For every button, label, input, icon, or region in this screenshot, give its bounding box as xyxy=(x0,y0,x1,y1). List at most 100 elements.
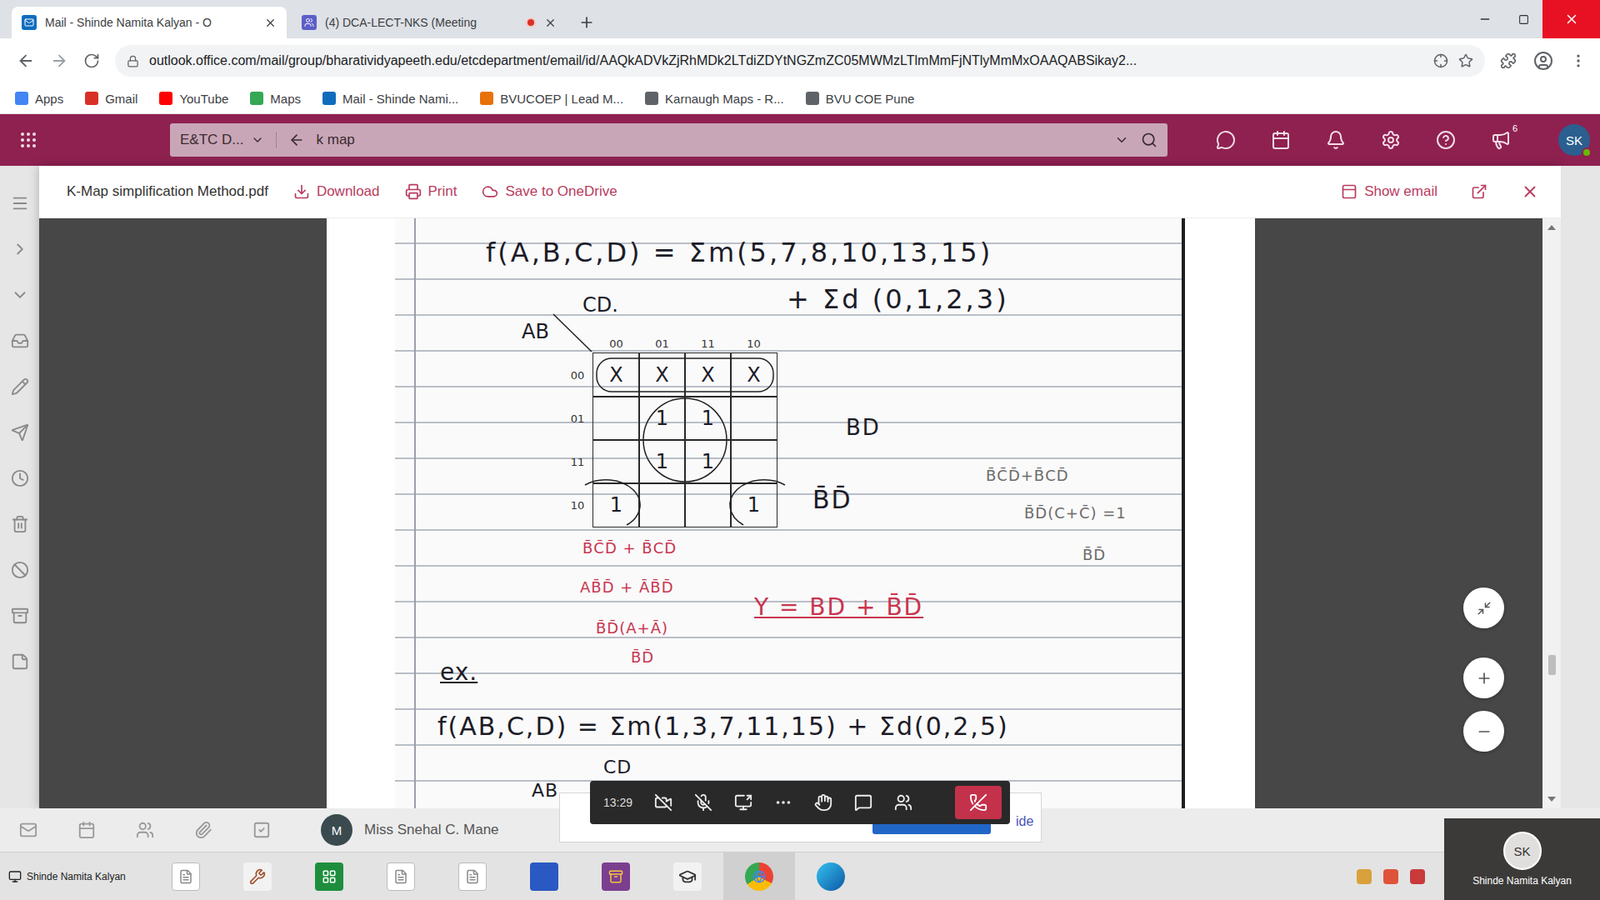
close-icon[interactable] xyxy=(264,16,277,30)
viewer-action[interactable]: Save to OneDrive xyxy=(481,183,617,200)
back-icon[interactable] xyxy=(288,131,305,149)
app-launcher-icon[interactable] xyxy=(18,130,39,150)
taskbar-window[interactable]: Shinde Namita Kalyan xyxy=(8,870,150,884)
clock-icon[interactable] xyxy=(10,469,30,488)
viewer-action[interactable]: Print xyxy=(405,183,458,200)
star-icon[interactable] xyxy=(1458,53,1474,69)
taskbar-app[interactable] xyxy=(436,852,509,900)
minimize-button[interactable] xyxy=(1465,0,1505,39)
zoom-out-button[interactable] xyxy=(1463,710,1505,752)
close-icon[interactable] xyxy=(544,16,557,30)
scrollbar[interactable] xyxy=(1542,218,1561,809)
search-icon[interactable] xyxy=(1140,131,1158,149)
chat-icon[interactable] xyxy=(854,793,873,812)
calendar-icon[interactable] xyxy=(1270,130,1291,150)
trash-icon[interactable] xyxy=(10,515,30,534)
menu-icon[interactable] xyxy=(10,194,30,213)
screen: Mail - Shinde Namita Kalyan - O(4) DCA-L… xyxy=(0,0,1600,900)
browser-tab[interactable]: Mail - Shinde Namita Kalyan - O xyxy=(11,6,287,39)
wrench-icon xyxy=(249,868,266,885)
tray-icon[interactable] xyxy=(1410,869,1425,885)
help-icon[interactable] xyxy=(1435,130,1456,150)
mail-icon[interactable] xyxy=(19,820,38,840)
user-avatar[interactable]: SK xyxy=(1558,124,1590,156)
taskbar-app[interactable] xyxy=(365,852,437,900)
pop-out-icon[interactable] xyxy=(1470,183,1488,200)
people-icon[interactable] xyxy=(135,820,155,840)
participants-icon[interactable] xyxy=(894,793,913,812)
address-bar[interactable]: outlook.office.com/mail/group/bharativid… xyxy=(115,45,1485,77)
search-box[interactable]: E&TC D...k map xyxy=(170,123,1168,157)
taskbar-app[interactable] xyxy=(580,852,652,900)
kmap-cell xyxy=(730,439,778,485)
bookmark[interactable]: Karnaugh Maps - R... xyxy=(645,91,785,106)
kmap-cell: 1 xyxy=(730,482,778,528)
close-icon[interactable] xyxy=(1520,182,1540,201)
cloud-icon xyxy=(481,183,499,200)
chevron-down-icon[interactable] xyxy=(10,285,30,305)
new-tab-button[interactable] xyxy=(571,6,602,39)
bookmark[interactable]: Apps xyxy=(15,91,64,106)
chevron-right-icon[interactable] xyxy=(10,240,30,259)
attachment-icon[interactable] xyxy=(194,820,213,840)
show-email-button[interactable]: Show email xyxy=(1340,183,1438,200)
taskbar-app[interactable] xyxy=(723,852,795,900)
taskbar-app[interactable] xyxy=(508,852,580,900)
calendar-icon[interactable] xyxy=(77,820,96,840)
whats-new[interactable]: 6 xyxy=(1490,130,1511,150)
close-icon xyxy=(1564,11,1580,27)
bookmark[interactable]: BVUCOEP | Lead M... xyxy=(480,91,624,106)
restore-button[interactable] xyxy=(1504,0,1543,39)
hang-up-button[interactable] xyxy=(955,785,1002,820)
bookmark[interactable]: Gmail xyxy=(85,91,138,106)
bell-icon[interactable] xyxy=(1325,130,1346,150)
note-icon[interactable] xyxy=(10,652,30,671)
taskbar-app[interactable] xyxy=(221,852,294,900)
viewer-action[interactable]: Download xyxy=(293,183,380,200)
browser-tab[interactable]: (4) DCA-LECT-NKS (Meeting xyxy=(291,6,567,39)
taskbar-app[interactable] xyxy=(150,852,222,900)
scroll-up-icon[interactable] xyxy=(1547,225,1556,230)
raise-hand-icon[interactable] xyxy=(814,793,833,812)
folder-selector[interactable]: E&TC D... xyxy=(180,131,277,149)
zoom-in-button[interactable] xyxy=(1463,657,1505,699)
drafts-icon[interactable] xyxy=(10,377,30,396)
scroll-thumb[interactable] xyxy=(1548,655,1556,675)
bookmark[interactable]: YouTube xyxy=(159,91,229,106)
extensions-icon[interactable] xyxy=(1500,52,1517,70)
taskbar-app[interactable] xyxy=(795,852,867,900)
bookmark[interactable]: Maps xyxy=(250,91,301,106)
bookmark[interactable]: Mail - Shinde Nami... xyxy=(322,91,459,106)
reload-icon[interactable] xyxy=(83,52,100,70)
menu-icon[interactable] xyxy=(1570,52,1587,70)
taskbar-app[interactable] xyxy=(651,852,724,900)
inbox-icon[interactable] xyxy=(10,331,30,350)
taskbar: Shinde Namita Kalyan xyxy=(0,851,1600,900)
tray-icon[interactable] xyxy=(1356,869,1372,885)
more-icon[interactable] xyxy=(774,793,793,812)
sent-icon[interactable] xyxy=(10,423,30,442)
fit-button[interactable] xyxy=(1463,587,1505,629)
share-icon[interactable] xyxy=(734,793,753,812)
archive-icon[interactable] xyxy=(10,606,30,625)
scroll-down-icon[interactable] xyxy=(1547,796,1556,802)
close-button[interactable] xyxy=(1542,0,1600,39)
skype-icon[interactable] xyxy=(1215,130,1236,150)
meeting-controls: 13:29 xyxy=(590,780,1010,825)
handwritten-line: B̄D̄(A+Ā) xyxy=(595,619,669,638)
junk-icon[interactable] xyxy=(10,560,30,580)
bookmark[interactable]: BVU COE Pune xyxy=(805,91,915,106)
hide-link[interactable]: ide xyxy=(1015,814,1034,835)
kmap-cell: 1 xyxy=(592,482,640,528)
forward-icon[interactable] xyxy=(50,51,69,70)
back-icon[interactable] xyxy=(16,51,35,70)
mic-off-icon[interactable] xyxy=(694,793,713,812)
tray-icon[interactable] xyxy=(1383,869,1399,885)
tasks-icon[interactable] xyxy=(252,820,271,840)
taskbar-app[interactable] xyxy=(293,852,365,900)
camera-off-icon[interactable] xyxy=(654,793,673,812)
zoom-in-icon xyxy=(1475,670,1493,687)
gear-icon[interactable] xyxy=(1380,130,1401,150)
profile-icon[interactable] xyxy=(1533,50,1554,71)
handwritten-line: B̄C̄D̄+B̄CD̄ xyxy=(985,466,1070,485)
